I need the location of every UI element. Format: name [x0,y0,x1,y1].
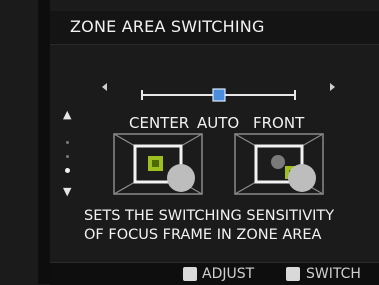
front-zone-diagram [234,133,324,195]
slider-left-arrow-icon[interactable] [102,83,107,91]
switch-label[interactable]: SWITCH [306,266,361,282]
slider-right-arrow-icon[interactable] [330,83,335,91]
zone-area-switching-panel: ZONE AREA SWITCHING ▲ ▼ CENTER AUTO FRON… [50,0,379,285]
left-divider [38,0,50,284]
left-strip [0,0,38,284]
adjust-label[interactable]: ADJUST [202,266,254,282]
adjust-button-icon [183,267,197,281]
switch-button-icon [286,267,300,281]
option-front-label[interactable]: FRONT [253,114,304,132]
option-auto-label[interactable]: AUTO [197,114,239,132]
center-zone-diagram [113,133,203,195]
camera-menu-screen: ZONE AREA SWITCHING ▲ ▼ CENTER AUTO FRON… [0,0,379,285]
description: SETS THE SWITCHING SENSITIVITY OF FOCUS … [84,207,334,245]
slider-handle[interactable] [212,88,226,102]
footer-bar: ADJUST SWITCH [50,262,379,285]
description-line-1: SETS THE SWITCHING SENSITIVITY [84,208,335,224]
option-center-label[interactable]: CENTER [129,114,189,132]
description-line-2: OF FOCUS FRAME IN ZONE AREA [84,227,322,243]
